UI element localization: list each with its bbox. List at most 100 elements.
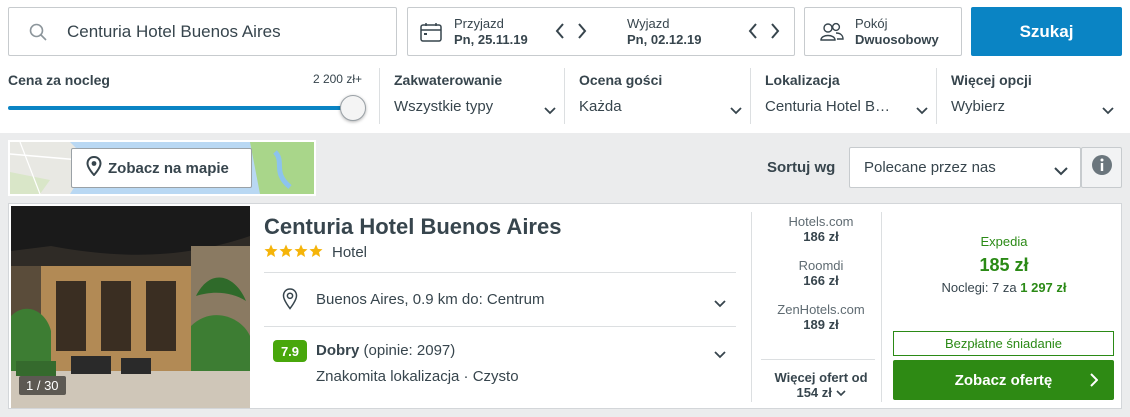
offer-provider: Hotels.com	[788, 214, 854, 229]
rating-count: (opinie: 2097)	[363, 342, 456, 359]
calendar-icon	[420, 22, 442, 47]
checkin-next-icon[interactable]	[577, 22, 587, 45]
view-deal-button[interactable]: Zobacz ofertę	[893, 360, 1114, 400]
checkout-value: Pn, 02.12.19	[627, 32, 702, 47]
chevron-down-icon	[916, 102, 928, 120]
chevron-down-icon	[1102, 102, 1114, 120]
divider	[751, 212, 752, 402]
divider	[761, 359, 875, 360]
divider	[264, 326, 736, 327]
divider	[264, 272, 736, 273]
chevron-down-icon	[544, 102, 556, 120]
best-offer-nights: Noclegi: 7 za 1 297 zł	[893, 280, 1115, 295]
map-pin-icon	[282, 288, 298, 315]
rating-row[interactable]: 7.9 Dobry (opinie: 2097) Znakomita lokal…	[264, 328, 736, 398]
offer-provider: ZenHotels.com	[777, 302, 865, 317]
rating-score-badge: 7.9	[273, 340, 307, 362]
filter-title: Więcej opcji	[951, 72, 1032, 88]
chevron-down-icon	[730, 102, 742, 120]
price-filter-max: 2 200 zł+	[312, 72, 362, 86]
people-icon	[819, 22, 845, 47]
sort-value: Polecane przez nas	[864, 159, 996, 176]
chevron-down-icon	[714, 346, 726, 364]
destination-search-input[interactable]: Centuria Hotel Buenos Aires	[8, 7, 397, 56]
checkout-field[interactable]: Wyjazd Pn, 02.12.19	[601, 8, 794, 55]
filter-value: Każda	[579, 98, 622, 115]
rating-tags: Znakomita lokalizacja · Czysto	[316, 368, 519, 385]
offer-item[interactable]: ZenHotels.com 189 zł	[761, 302, 881, 332]
free-breakfast-badge: Bezpłatne śniadanie	[893, 331, 1114, 356]
hotel-type: Hotel	[332, 244, 368, 261]
top-bar: Centuria Hotel Buenos Aires Przyjazd Pn,…	[0, 0, 1130, 133]
price-slider-handle[interactable]	[340, 95, 366, 121]
chevron-down-icon	[835, 385, 846, 400]
best-offer: Expedia 185 zł Noclegi: 7 za 1 297 zł	[893, 234, 1115, 295]
filter-accommodation[interactable]: Zakwaterowanie Wszystkie typy	[379, 68, 564, 124]
location-row[interactable]: Buenos Aires, 0.9 km do: Centrum	[264, 274, 736, 326]
location-text: Buenos Aires, 0.9 km do: Centrum	[316, 291, 545, 308]
date-picker: Przyjazd Pn, 25.11.19 Wyjazd Pn, 02.12.1…	[407, 7, 795, 56]
filter-value: Wybierz	[951, 98, 1006, 115]
map-pin-icon	[86, 155, 102, 180]
nights-text: Noclegi: 7 za	[941, 280, 1017, 295]
filter-guest-rating[interactable]: Ocena gości Każda	[564, 68, 750, 124]
sort-info-button[interactable]	[1081, 147, 1122, 188]
checkin-field[interactable]: Przyjazd Pn, 25.11.19	[408, 8, 601, 55]
checkin-label: Przyjazd	[454, 16, 504, 31]
filter-location[interactable]: Lokalizacja Centuria Hotel B…	[750, 68, 936, 124]
more-offers-price: 154 zł	[796, 385, 832, 400]
photo-counter: 1 / 30	[19, 376, 66, 395]
view-deal-label: Zobacz ofertę	[954, 371, 1053, 389]
star-rating	[264, 244, 323, 263]
hotel-name[interactable]: Centuria Hotel Buenos Aires	[264, 214, 561, 240]
price-filter: Cena za nocleg 2 200 zł+	[8, 68, 366, 124]
star-icon	[264, 244, 278, 263]
sort-label: Sortuj wg	[767, 159, 836, 176]
search-button[interactable]: Szukaj	[971, 7, 1122, 56]
offer-provider: Roomdi	[798, 258, 844, 273]
info-icon	[1091, 154, 1113, 181]
destination-value: Centuria Hotel Buenos Aires	[67, 21, 281, 41]
best-offer-price: 185 zł	[979, 255, 1029, 275]
best-offer-provider: Expedia	[980, 234, 1028, 249]
filter-title: Zakwaterowanie	[394, 72, 503, 88]
search-icon	[9, 23, 67, 41]
filter-title: Ocena gości	[579, 72, 663, 88]
divider	[881, 212, 882, 402]
chevron-down-icon	[1054, 163, 1068, 180]
view-on-map-button[interactable]: Zobacz na mapie	[71, 148, 252, 188]
price-filter-title: Cena za nocleg	[8, 72, 110, 88]
star-icon	[279, 244, 293, 263]
checkin-value: Pn, 25.11.19	[454, 32, 528, 47]
offer-item[interactable]: Roomdi 166 zł	[761, 258, 881, 288]
sort-select[interactable]: Polecane przez nas	[849, 147, 1081, 188]
room-selector[interactable]: Pokój Dwuosobowy	[804, 7, 962, 56]
price-slider-track[interactable]	[8, 106, 350, 110]
view-on-map-label: Zobacz na mapie	[108, 159, 229, 177]
checkout-prev-icon[interactable]	[748, 22, 758, 45]
offer-price: 186 zł	[803, 229, 839, 244]
room-value: Dwuosobowy	[855, 32, 939, 47]
room-label: Pokój	[855, 16, 888, 31]
offer-price: 189 zł	[803, 317, 839, 332]
chevron-right-icon	[1090, 373, 1099, 391]
filter-title: Lokalizacja	[765, 72, 840, 88]
offer-item[interactable]: Hotels.com 186 zł	[761, 214, 881, 244]
checkout-label: Wyjazd	[627, 16, 670, 31]
hotel-photo[interactable]: 1 / 30	[11, 206, 250, 408]
more-offers-link[interactable]: Więcej ofert od 154 zł	[761, 370, 881, 400]
rating-summary: Dobry (opinie: 2097)	[316, 342, 455, 359]
filter-value: Centuria Hotel B…	[765, 98, 891, 115]
filter-value: Wszystkie typy	[394, 98, 494, 115]
hotel-result-card: 1 / 30 Centuria Hotel Buenos Aires Hotel…	[8, 203, 1122, 409]
more-offers-label: Więcej ofert od	[774, 370, 868, 385]
star-icon	[294, 244, 308, 263]
checkout-next-icon[interactable]	[770, 22, 780, 45]
nights-total: 1 297 zł	[1020, 280, 1067, 295]
filter-more-options[interactable]: Więcej opcji Wybierz	[936, 68, 1122, 124]
more-offers-price-row: 154 zł	[761, 385, 881, 400]
chevron-down-icon	[714, 295, 726, 313]
rating-word: Dobry	[316, 342, 360, 359]
star-icon	[309, 244, 323, 263]
checkin-prev-icon[interactable]	[555, 22, 565, 45]
